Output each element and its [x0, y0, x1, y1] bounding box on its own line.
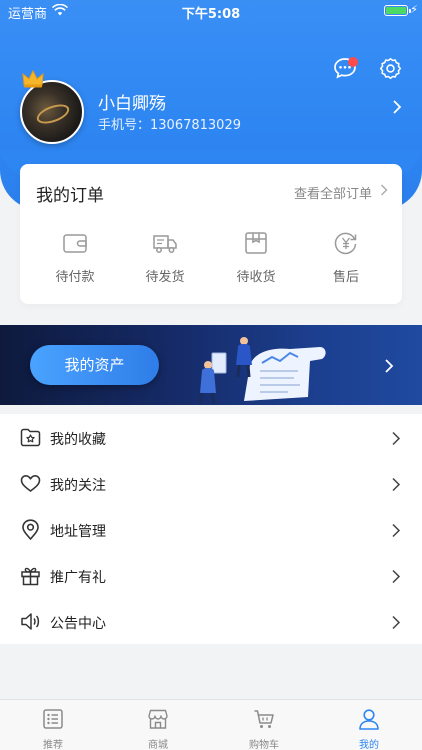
- speaker-icon: [21, 613, 40, 630]
- tab-label: 推荐: [43, 740, 63, 750]
- store-icon: [148, 709, 168, 729]
- order-pending-receipt[interactable]: 待收货: [226, 230, 286, 285]
- orders-title: 我的订单: [36, 186, 104, 206]
- order-pending-shipment[interactable]: 待发货: [135, 230, 195, 285]
- tab-recommend[interactable]: 推荐: [23, 708, 83, 750]
- orders-card: 我的订单 查看全部订单 待付款 待发货 待收货 售后: [20, 164, 402, 304]
- chevron-right-icon[interactable]: [392, 100, 402, 114]
- menu-item-favorites[interactable]: 我的收藏: [0, 415, 422, 461]
- avatar[interactable]: [20, 80, 84, 144]
- settings-icon[interactable]: [379, 57, 402, 80]
- refund-icon: [334, 232, 357, 255]
- order-item-label: 待收货: [236, 270, 276, 285]
- location-icon: [22, 519, 39, 540]
- charging-icon: ⚡: [410, 3, 418, 16]
- order-after-sales[interactable]: 售后: [316, 230, 376, 285]
- menu-item-announcements[interactable]: 公告中心: [0, 599, 422, 645]
- tab-label: 购物车: [249, 740, 279, 750]
- chevron-right-icon: [392, 615, 401, 630]
- tab-cart[interactable]: 购物车: [234, 708, 294, 750]
- assets-banner[interactable]: 我的资产: [0, 325, 422, 405]
- tab-bar: 推荐 商城 购物车 我的: [0, 699, 422, 750]
- wallet-icon: [63, 234, 87, 253]
- cart-icon: [254, 710, 274, 728]
- chevron-right-icon: [392, 431, 401, 446]
- menu-list: 我的收藏 我的关注 地址管理 推广有礼 公告中心: [0, 414, 422, 644]
- crown-icon: [22, 70, 44, 88]
- tab-mall[interactable]: 商城: [128, 708, 188, 750]
- phone-number: 手机号：13067813029: [98, 118, 241, 133]
- username[interactable]: 小白卿殇: [98, 89, 166, 114]
- view-all-orders-link[interactable]: 查看全部订单: [294, 183, 372, 202]
- menu-item-label: 我的关注: [50, 478, 106, 494]
- user-icon: [359, 709, 379, 730]
- truck-icon: [153, 235, 177, 253]
- chevron-right-icon: [392, 523, 401, 538]
- package-icon: [245, 232, 267, 254]
- chevron-right-icon: [392, 477, 401, 492]
- menu-item-label: 推广有礼: [50, 570, 106, 586]
- menu-item-label: 地址管理: [50, 524, 106, 540]
- menu-item-label: 公告中心: [50, 616, 106, 632]
- order-item-label: 待付款: [55, 270, 95, 285]
- finance-illustration: [198, 337, 326, 404]
- battery-icon: [384, 5, 411, 16]
- tab-mine[interactable]: 我的: [339, 708, 399, 750]
- heart-icon: [20, 475, 41, 492]
- star-folder-icon: [20, 428, 41, 447]
- menu-item-referral[interactable]: 推广有礼: [0, 553, 422, 599]
- tab-label: 商城: [148, 740, 168, 750]
- chevron-right-icon[interactable]: [384, 359, 394, 373]
- status-time: 下午5:08: [181, 7, 241, 22]
- chevron-right-icon[interactable]: [380, 184, 388, 196]
- tab-label: 我的: [359, 740, 379, 750]
- notification-badge: [348, 57, 358, 67]
- gift-icon: [21, 567, 40, 586]
- order-item-label: 待发货: [145, 270, 185, 285]
- menu-item-address[interactable]: 地址管理: [0, 507, 422, 553]
- status-bar: 运营商 下午5:08 ⚡: [0, 0, 422, 22]
- chevron-right-icon: [392, 569, 401, 584]
- menu-item-following[interactable]: 我的关注: [0, 461, 422, 507]
- order-pending-payment[interactable]: 待付款: [45, 230, 105, 285]
- order-item-label: 售后: [332, 270, 359, 285]
- menu-item-label: 我的收藏: [50, 432, 106, 448]
- my-assets-button[interactable]: 我的资产: [30, 345, 159, 385]
- list-icon: [43, 709, 63, 729]
